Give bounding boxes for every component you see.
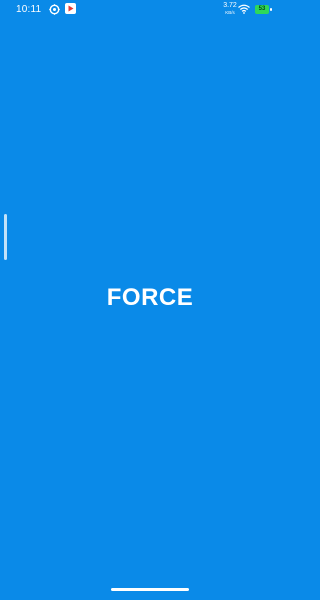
play-store-icon [65,3,76,14]
wifi-icon [238,4,250,14]
network-speed-value: 3.72 [223,2,237,9]
home-indicator[interactable] [111,588,189,591]
battery-level: 53 [258,6,266,12]
status-bar: 10:11 3.72 KB/s 53 [0,0,300,20]
network-speed-unit: KB/s [225,10,235,15]
network-speed: 3.72 KB/s [222,2,238,16]
splash-title: FORCE [106,284,194,311]
settings-icon [49,4,60,15]
battery-icon: 53 [255,5,272,14]
status-time: 10:11 [16,4,42,15]
battery-tip [270,8,272,11]
edge-panel-handle[interactable] [4,214,7,260]
